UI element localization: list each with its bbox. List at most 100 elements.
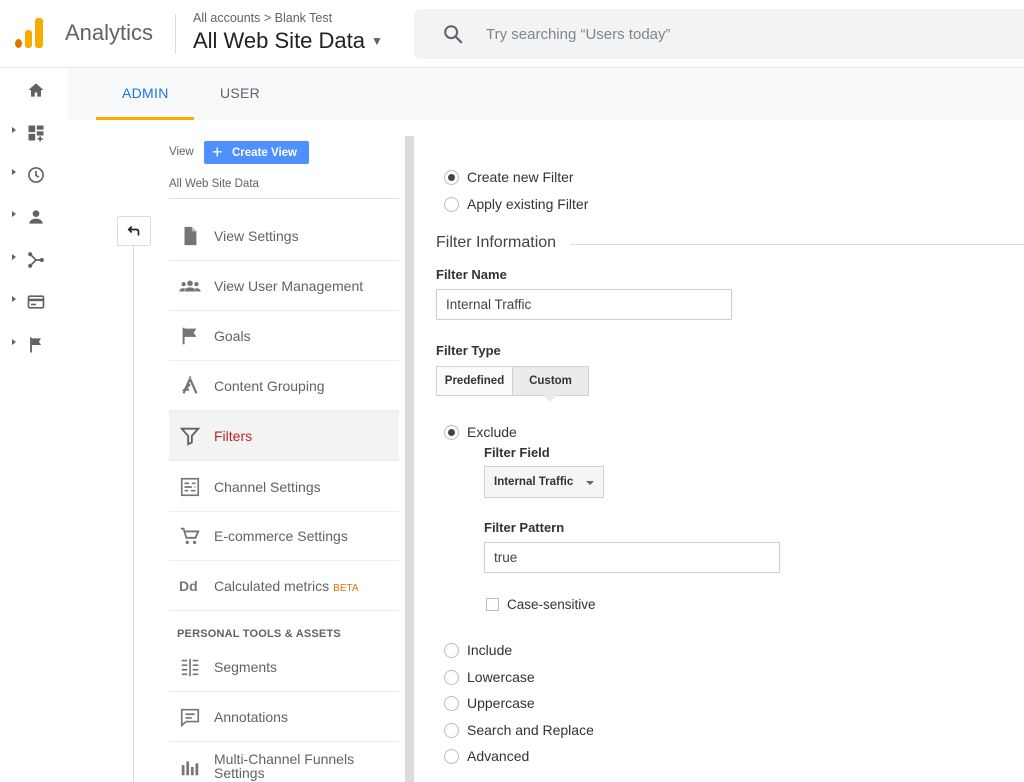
view-selector-label: All Web Site Data [193,28,366,53]
expand-arrow-icon [12,339,16,345]
flag-icon [182,327,197,345]
radio-uppercase[interactable] [444,696,459,711]
rail-acquisition[interactable] [0,239,68,279]
menu-item-label: Channel Settings [214,479,321,495]
filter-field-dropdown[interactable]: Internal Traffic [484,466,604,498]
acquisition-icon [28,252,44,268]
search-input[interactable] [486,21,986,47]
custom-tab[interactable]: Custom [512,366,589,396]
rail-home[interactable] [0,69,68,109]
radio-label-apply-existing: Apply existing Filter [467,196,589,212]
menu-item-label: View Settings [214,228,299,244]
hierarchy-line [133,246,134,782]
create-view-label: Create View [232,146,297,159]
channel-settings-icon [180,477,200,497]
menu-item-goals[interactable]: Goals [169,311,399,361]
cart-icon [180,527,200,545]
filter-field-value: Internal Traffic [494,476,574,488]
menu-item-filters[interactable]: Filters [169,411,399,461]
radio-apply-existing-filter[interactable] [444,197,459,212]
expand-arrow-icon [12,296,16,302]
menu-item-label: Segments [214,659,278,675]
menu-item-label: Annotations [214,709,288,725]
top-header: Analytics All accounts > Blank Test All … [0,0,1024,68]
tab-user[interactable]: USER [220,85,260,101]
radio-label-advanced: Advanced [467,748,530,764]
analytics-logo-icon[interactable] [15,18,45,48]
audience-person-icon [29,210,43,224]
users-icon [179,280,201,292]
rail-realtime[interactable] [0,154,68,194]
expand-arrow-icon [12,127,16,133]
expand-arrow-icon [12,169,16,175]
filter-icon [179,427,201,446]
radio-lowercase[interactable] [444,670,459,685]
view-selector[interactable]: All Web Site Data ▼ [193,28,383,54]
rail-customization[interactable] [0,112,68,152]
rail-behavior[interactable] [0,281,68,321]
radio-label-exclude: Exclude [467,424,517,440]
admin-tabs: ADMIN USER [68,68,1024,120]
menu-item-calculated-metrics[interactable]: Dd Calculated metrics BETA [169,561,399,611]
search-bar[interactable] [414,9,1024,59]
tab-admin[interactable]: ADMIN [122,85,169,101]
menu-item-annotations[interactable]: Annotations [169,692,399,742]
menu-item-multi-channel-funnels[interactable]: Multi-Channel Funnels Settings [169,742,399,782]
beta-badge: BETA [333,583,359,594]
menu-item-label: Filters [214,428,253,444]
radio-advanced[interactable] [444,749,459,764]
realtime-clock-icon [28,167,44,183]
filter-field-label: Filter Field [484,445,550,460]
menu-item-channel-settings[interactable]: Channel Settings [169,462,399,512]
back-button[interactable] [117,216,151,246]
view-label: View [169,146,194,158]
menu-item-view-settings[interactable]: View Settings [169,211,399,261]
plus-icon: + [212,142,223,162]
radio-search-and-replace[interactable] [444,723,459,738]
menu-item-content-grouping[interactable]: Content Grouping [169,361,399,411]
case-sensitive-checkbox[interactable] [486,598,499,611]
menu-item-label: Content Grouping [214,378,325,394]
document-icon [184,226,197,246]
filter-form: Create new Filter Apply existing Filter … [414,120,1024,782]
home-icon [28,83,44,97]
segments-icon [181,658,199,677]
header-divider [175,14,176,54]
calculated-metrics-icon: Dd [179,578,198,594]
menu-item-segments[interactable]: Segments [169,642,399,692]
current-view-name: All Web Site Data [169,178,259,190]
filter-pattern-label: Filter Pattern [484,520,565,535]
column-scrollbar[interactable] [405,136,414,782]
expand-arrow-icon [12,254,16,260]
radio-label-search-and-replace: Search and Replace [467,722,594,738]
left-nav-rail [0,68,68,782]
calculated-metrics-label: Calculated metrics [214,578,330,594]
radio-label-lowercase: Lowercase [467,669,535,685]
filter-type-label: Filter Type [436,343,501,358]
radio-create-new-filter[interactable] [444,170,459,185]
radio-include[interactable] [444,643,459,658]
filter-pattern-input[interactable] [484,542,780,573]
radio-label-uppercase: Uppercase [467,695,535,711]
search-icon [444,25,463,44]
breadcrumb[interactable]: All accounts > Blank Test [193,11,332,25]
menu-item-ecommerce-settings[interactable]: E-commerce Settings [169,511,399,561]
rail-conversions[interactable] [0,324,68,364]
app-name: Analytics [65,20,154,45]
create-view-button[interactable]: + Create View [204,141,309,164]
active-tab-notch [543,395,557,402]
content-grouping-icon [181,375,198,394]
predefined-tab[interactable]: Predefined [436,366,513,396]
rail-audience[interactable] [0,196,68,236]
customization-icon [28,125,44,142]
case-sensitive-label: Case-sensitive [507,597,596,612]
menu-item-label: Multi-Channel Funnels Settings [214,751,355,781]
menu-item-view-user-management[interactable]: View User Management [169,261,399,311]
view-divider [169,198,399,199]
filter-name-label: Filter Name [436,267,507,282]
section-title-filter-information: Filter Information [436,234,557,251]
filter-name-input[interactable] [436,289,732,320]
radio-exclude[interactable] [444,425,459,440]
back-arrow-icon [127,225,140,236]
behavior-icon [27,295,45,309]
